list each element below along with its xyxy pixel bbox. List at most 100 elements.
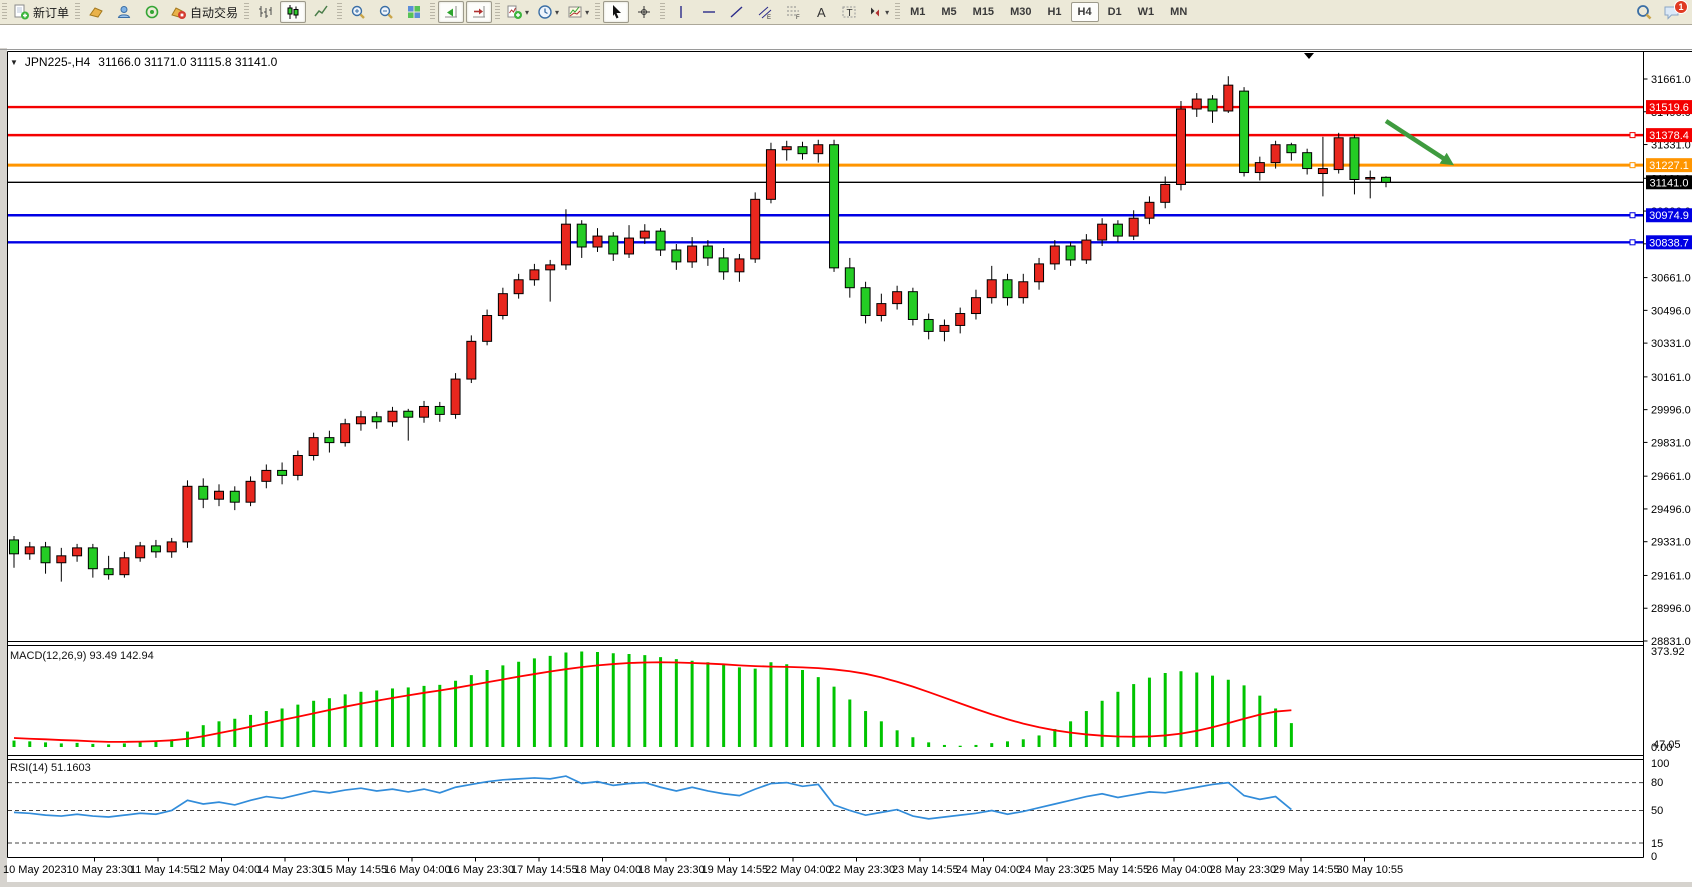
arrows-button[interactable]: ▾ (864, 1, 892, 23)
line-handle[interactable] (1630, 163, 1635, 168)
rsi-scale-label: 0 (1651, 851, 1657, 863)
candle (230, 491, 239, 502)
candle (1161, 184, 1170, 202)
time-label: 24 May 23:30 (1019, 864, 1086, 876)
candle (388, 411, 397, 422)
time-label: 10 May 2023 (3, 864, 67, 876)
toolbar-grip (75, 3, 80, 21)
vertical-line-button[interactable] (668, 1, 694, 23)
toolbar-grip (2, 3, 7, 21)
chevron-down-icon: ▾ (585, 8, 589, 17)
timeframe-h1-button[interactable]: H1 (1040, 2, 1068, 22)
toolbar-grip (244, 3, 249, 21)
candle (861, 288, 870, 316)
candle (41, 547, 50, 563)
search-button[interactable] (1631, 1, 1657, 23)
cursor-button[interactable] (603, 1, 629, 23)
time-label: 10 May 23:30 (67, 864, 134, 876)
rsi-scale-label: 100 (1651, 758, 1669, 770)
zoom-in-icon (350, 4, 366, 20)
candle (1381, 177, 1390, 182)
timeframe-w1-button[interactable]: W1 (1131, 2, 1162, 22)
search-icon (1635, 3, 1653, 21)
candle (751, 199, 760, 259)
line-handle[interactable] (1630, 213, 1635, 218)
candle (1240, 91, 1249, 172)
time-label: 19 May 14:55 (702, 864, 769, 876)
candle (325, 438, 334, 443)
candle (278, 470, 287, 475)
candle (830, 145, 839, 268)
candle (435, 406, 444, 414)
chart-dropdown-icon[interactable]: ▼ (10, 58, 18, 67)
fibonacci-button[interactable]: F (780, 1, 806, 23)
candle (845, 268, 854, 288)
time-label: 16 May 04:00 (384, 864, 451, 876)
time-label: 22 May 23:30 (829, 864, 896, 876)
bar-chart-button[interactable] (252, 1, 278, 23)
candle (782, 147, 791, 150)
timeframe-mn-button[interactable]: MN (1163, 2, 1194, 22)
time-label: 24 May 04:00 (956, 864, 1023, 876)
candlestick-button[interactable] (280, 1, 306, 23)
text-button[interactable]: A (808, 1, 834, 23)
autotrade-button[interactable]: 自动交易 (167, 1, 241, 23)
price-tick-label: 29496.0 (1651, 504, 1691, 516)
line-chart-button[interactable] (308, 1, 334, 23)
price-label-text: 30838.7 (1649, 237, 1689, 249)
profile-button[interactable] (111, 1, 137, 23)
svg-text:T: T (847, 8, 853, 19)
candle (735, 259, 744, 272)
timeframe-m30-button[interactable]: M30 (1003, 2, 1038, 22)
text-label-button[interactable]: T (836, 1, 862, 23)
market-watch-button[interactable] (83, 1, 109, 23)
cursor-icon (608, 4, 624, 20)
autotrade-icon (170, 4, 187, 20)
line-chart-icon (313, 4, 329, 20)
timeframe-m5-button[interactable]: M5 (934, 2, 963, 22)
timeframe-m1-button[interactable]: M1 (903, 2, 932, 22)
candle (1098, 224, 1107, 240)
rsi-scale-label: 80 (1651, 777, 1663, 789)
price-tick-label: 28996.0 (1651, 603, 1691, 615)
zoom-in-button[interactable] (345, 1, 371, 23)
arrows-icon (867, 4, 883, 20)
candle (467, 341, 476, 379)
line-handle[interactable] (1630, 240, 1635, 245)
signals-button[interactable] (139, 1, 165, 23)
zoom-out-icon (378, 4, 394, 20)
candle (498, 294, 507, 316)
time-label: 26 May 04:00 (1146, 864, 1213, 876)
candle (1318, 169, 1327, 174)
horizontal-line-button[interactable] (696, 1, 722, 23)
trendline-button[interactable] (724, 1, 750, 23)
chevron-down-icon: ▾ (525, 8, 529, 17)
time-label: 11 May 14:55 (130, 864, 196, 876)
tile-windows-button[interactable] (401, 1, 427, 23)
chart-canvas: 31661.031496.031331.031161.030996.030831… (0, 24, 1692, 887)
zoom-out-button[interactable] (373, 1, 399, 23)
candle (814, 145, 823, 154)
candle (1145, 202, 1154, 218)
macd-min-label: 47.05 (1653, 739, 1681, 751)
timeframe-m15-button[interactable]: M15 (966, 2, 1001, 22)
crosshair-button[interactable] (631, 1, 657, 23)
equidistant-channel-button[interactable]: E (752, 1, 778, 23)
auto-scroll-button[interactable] (438, 1, 464, 23)
periods-button[interactable]: ▾ (534, 1, 562, 23)
indicators-button[interactable]: ▾ (503, 1, 532, 23)
new-order-icon (13, 4, 30, 20)
timeframe-h4-button[interactable]: H4 (1071, 2, 1099, 22)
line-handle[interactable] (1630, 133, 1635, 138)
price-tick-label: 30496.0 (1651, 305, 1691, 317)
chart-shift-button[interactable] (466, 1, 492, 23)
time-label: 25 May 14:55 (1083, 864, 1150, 876)
chart-gold-icon (88, 4, 104, 20)
chat-button[interactable]: 1 (1659, 1, 1685, 23)
candle (1287, 145, 1296, 153)
templates-button[interactable]: ▾ (564, 1, 592, 23)
timeframe-d1-button[interactable]: D1 (1101, 2, 1129, 22)
new-order-button[interactable]: 新订单 (10, 1, 72, 23)
price-tick-label: 30661.0 (1651, 273, 1691, 285)
candle (262, 470, 271, 481)
